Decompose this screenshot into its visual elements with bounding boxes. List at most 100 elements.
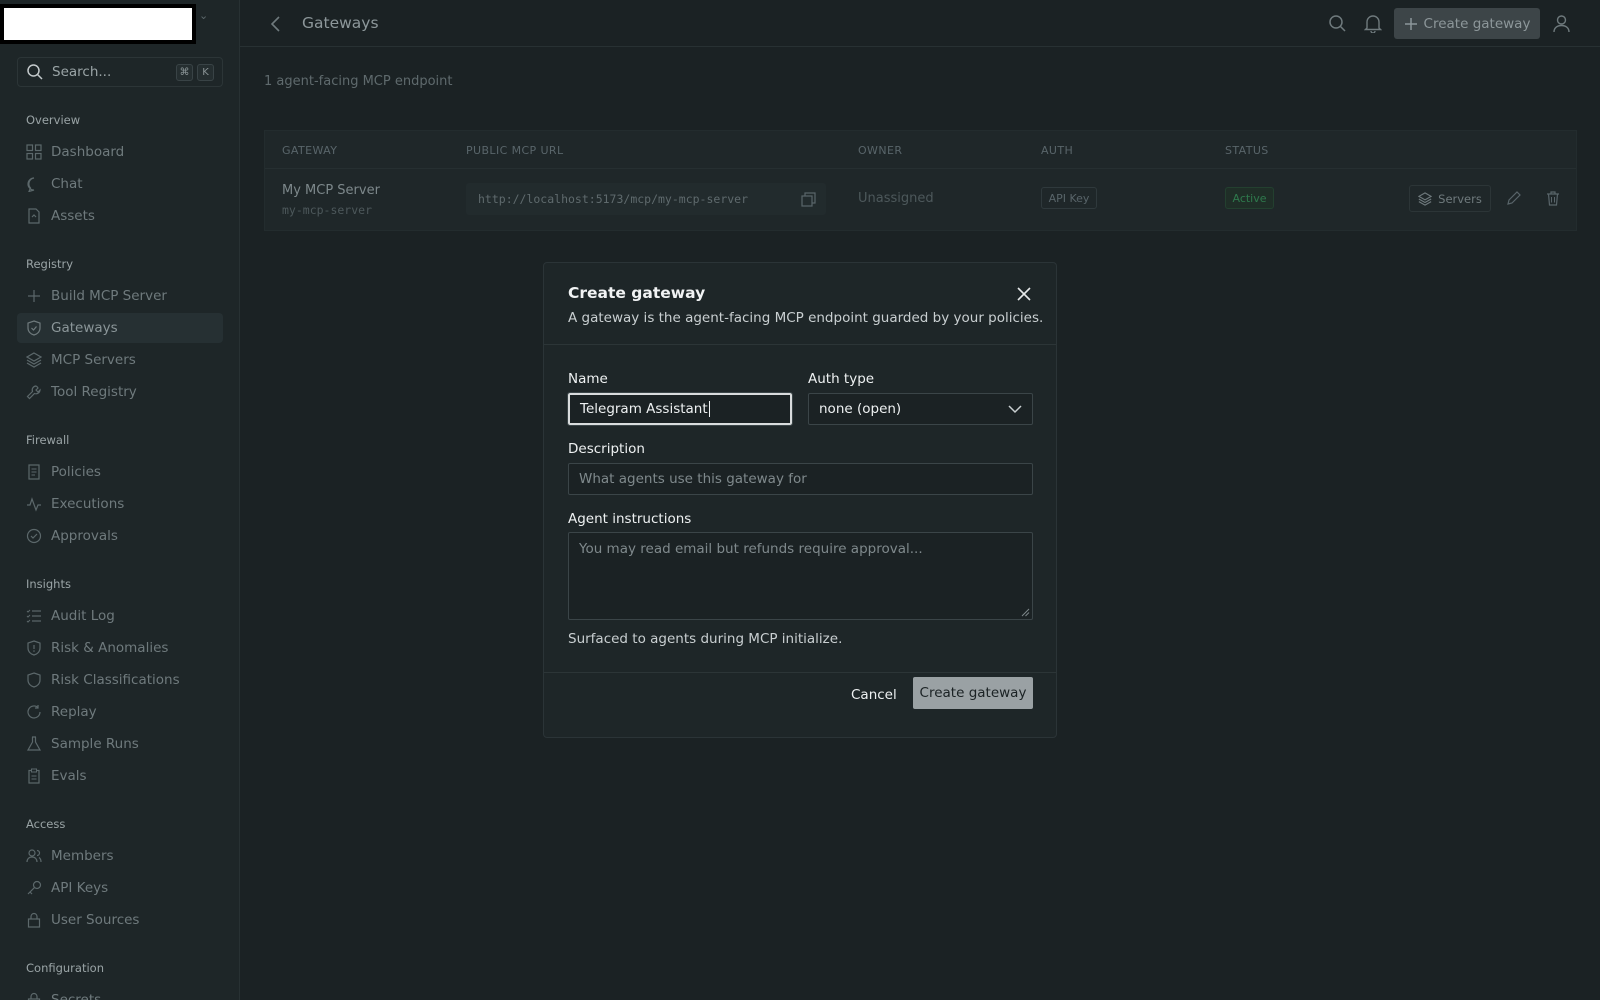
sidebar-item-assets[interactable]: Assets [17, 201, 223, 231]
sidebar-item-policies[interactable]: Policies [17, 457, 223, 487]
chat-icon [27, 177, 35, 192]
sidebar-item-api-keys[interactable]: API Keys [17, 873, 223, 903]
create-gateway-submit-button[interactable]: Create gateway [913, 677, 1033, 709]
divider [544, 672, 1056, 673]
sidebar-item-dashboard[interactable]: Dashboard [17, 137, 223, 167]
sidebar-item-label: API Keys [51, 880, 109, 896]
sidebar-item-sample-runs[interactable]: Sample Runs [17, 729, 223, 759]
resize-handle-icon[interactable] [1021, 608, 1030, 617]
lock-icon [27, 912, 41, 928]
agent-instructions-textarea[interactable]: You may read email but refunds require a… [568, 532, 1033, 620]
plus-icon [1404, 17, 1417, 30]
shield-alert-icon [27, 640, 41, 656]
shield-icon [27, 672, 41, 688]
create-gateway-button[interactable]: Create gateway [1394, 8, 1540, 39]
sidebar-item-label: Approvals [51, 528, 118, 544]
sidebar-item-label: Replay [51, 704, 97, 720]
gateway-count: 1 agent-facing MCP endpoint [264, 74, 453, 89]
sidebar: ⌄ Search... ⌘ K Overview Dashboard Chat … [0, 0, 240, 1000]
sidebar-item-label: Policies [51, 464, 101, 480]
sidebar-item-label: Dashboard [51, 144, 125, 160]
sidebar-item-executions[interactable]: Executions [17, 489, 223, 519]
sidebar-item-risk-anomalies[interactable]: Risk & Anomalies [17, 633, 223, 663]
dialog-description: A gateway is the agent-facing MCP endpoi… [568, 310, 1044, 326]
auth-type-label: Auth type [808, 371, 875, 387]
copy-icon[interactable] [801, 191, 816, 207]
create-gateway-label: Create gateway [1423, 15, 1531, 32]
sidebar-item-secrets[interactable]: Secrets [17, 985, 223, 1000]
sidebar-item-label: Tool Registry [51, 384, 137, 400]
col-status: STATUS [1225, 144, 1269, 157]
sidebar-item-risk-classifications[interactable]: Risk Classifications [17, 665, 223, 695]
cancel-button[interactable]: Cancel [851, 687, 897, 703]
sidebar-item-approvals[interactable]: Approvals [17, 521, 223, 551]
sidebar-item-mcp-servers[interactable]: MCP Servers [17, 345, 223, 375]
wrench-icon [26, 385, 41, 400]
sidebar-item-label: Executions [51, 496, 125, 512]
create-gateway-dialog: Create gateway A gateway is the agent-fa… [543, 262, 1057, 738]
servers-label: Servers [1438, 191, 1482, 206]
edit-icon[interactable] [1506, 191, 1521, 206]
description-placeholder: What agents use this gateway for [579, 471, 807, 487]
org-logo[interactable] [0, 4, 196, 44]
sidebar-item-label: Secrets [51, 992, 102, 1000]
back-arrow-icon[interactable] [270, 15, 282, 33]
text-caret [708, 401, 710, 417]
agent-instructions-label: Agent instructions [568, 511, 692, 527]
public-url: http://localhost:5173/mcp/my-mcp-server [478, 192, 749, 206]
sidebar-item-members[interactable]: Members [17, 841, 223, 871]
description-label: Description [568, 441, 645, 457]
check-circle-icon [26, 528, 42, 544]
search-placeholder: Search... [52, 64, 112, 80]
sidebar-item-gateways[interactable]: Gateways [17, 313, 223, 343]
col-public-url: PUBLIC MCP URL [466, 144, 564, 157]
servers-button[interactable]: Servers [1409, 185, 1491, 212]
sidebar-item-replay[interactable]: Replay [17, 697, 223, 727]
sidebar-item-label: Sample Runs [51, 736, 139, 752]
sidebar-item-chat[interactable]: Chat [17, 169, 223, 199]
plus-icon [28, 290, 40, 302]
section-registry: Registry [26, 257, 74, 271]
search-icon [27, 64, 43, 80]
gateways-table: GATEWAY PUBLIC MCP URL OWNER AUTH STATUS… [264, 130, 1577, 231]
sidebar-item-build-mcp-server[interactable]: Build MCP Server [17, 281, 223, 311]
auth-type-value: none (open) [819, 401, 902, 417]
owner-value: Unassigned [858, 191, 934, 206]
sidebar-item-label: Risk & Anomalies [51, 640, 169, 656]
gateway-slug: my-mcp-server [282, 203, 373, 217]
name-value: Telegram Assistant [580, 401, 708, 417]
kbd-cmd: ⌘ [176, 63, 193, 81]
table-header: GATEWAY PUBLIC MCP URL OWNER AUTH STATUS [265, 131, 1576, 169]
sidebar-item-tool-registry[interactable]: Tool Registry [17, 377, 223, 407]
shield-icon [27, 320, 41, 336]
sidebar-item-label: Build MCP Server [51, 288, 167, 304]
section-overview: Overview [26, 113, 81, 127]
section-insights: Insights [26, 577, 71, 591]
close-icon[interactable] [1016, 286, 1032, 302]
col-gateway: GATEWAY [282, 144, 338, 157]
section-access: Access [26, 817, 66, 831]
agent-instructions-hint: Surfaced to agents during MCP initialize… [568, 631, 843, 647]
sidebar-item-user-sources[interactable]: User Sources [17, 905, 223, 935]
sidebar-item-label: MCP Servers [51, 352, 136, 368]
sidebar-item-label: Chat [51, 176, 83, 192]
gateway-name: My MCP Server [282, 183, 380, 198]
top-bar: Gateways Create gateway [240, 0, 1600, 47]
trash-icon[interactable] [1546, 191, 1560, 206]
sidebar-item-label: Audit Log [51, 608, 115, 624]
chevron-down-icon[interactable]: ⌄ [199, 9, 208, 22]
auth-type-select[interactable]: none (open) [808, 393, 1033, 425]
sidebar-item-label: Evals [51, 768, 87, 784]
sidebar-item-audit-log[interactable]: Audit Log [17, 601, 223, 631]
sidebar-item-label: Risk Classifications [51, 672, 180, 688]
search-input[interactable]: Search... ⌘ K [17, 57, 223, 87]
description-input[interactable]: What agents use this gateway for [568, 463, 1033, 495]
sidebar-item-evals[interactable]: Evals [17, 761, 223, 791]
bell-icon[interactable] [1364, 14, 1382, 33]
search-icon[interactable] [1328, 14, 1347, 33]
sidebar-item-label: User Sources [51, 912, 140, 928]
user-icon[interactable] [1552, 14, 1571, 33]
name-input[interactable]: Telegram Assistant [567, 392, 793, 426]
document-icon [28, 464, 40, 480]
list-icon [26, 609, 41, 623]
